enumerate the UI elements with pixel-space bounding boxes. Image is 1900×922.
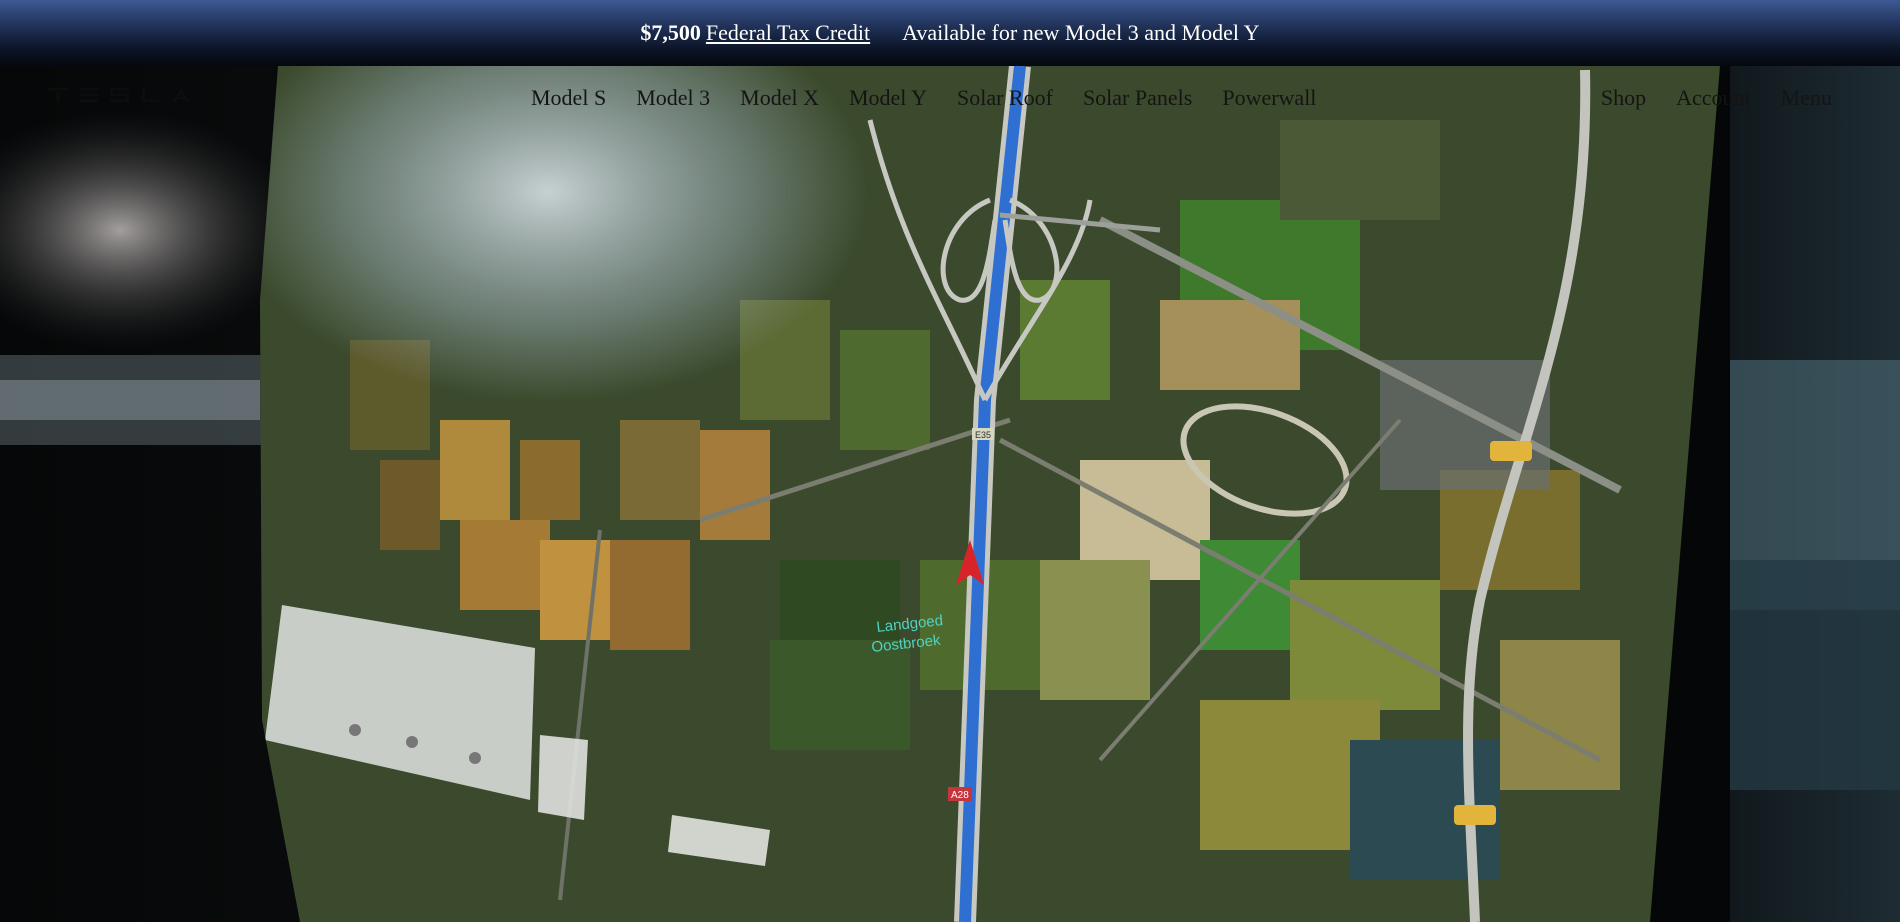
nav-models: Model S Model 3 Model X Model Y Solar Ro… xyxy=(531,85,1331,111)
top-nav: Model S Model 3 Model X Model Y Solar Ro… xyxy=(0,66,1900,134)
nav-item-powerwall[interactable]: Powerwall xyxy=(1207,85,1331,111)
nav-item-model-s[interactable]: Model S xyxy=(531,85,621,111)
nav-item-account[interactable]: Account xyxy=(1646,85,1751,111)
nav-item-menu[interactable]: Menu xyxy=(1751,85,1832,111)
road-shield-bottom-label: A28 xyxy=(951,790,969,801)
highway-shield xyxy=(1490,441,1532,461)
nav-item-model-x[interactable]: Model X xyxy=(725,85,834,111)
nav-item-model-3[interactable]: Model 3 xyxy=(621,85,725,111)
promo-availability-text: Available for new Model 3 and Model Y xyxy=(902,20,1260,45)
nav-item-model-y[interactable]: Model Y xyxy=(834,85,942,111)
nav-item-solar-panels[interactable]: Solar Panels xyxy=(1068,85,1207,111)
hero-video-background: Landgoed Oostbroek E35 A28 xyxy=(0,0,1900,922)
nav-utility: Shop Account Menu xyxy=(1571,85,1832,111)
promo-banner: $7,500 Federal Tax Credit Available for … xyxy=(0,0,1900,66)
federal-tax-credit-link[interactable]: Federal Tax Credit xyxy=(706,20,870,46)
road-shield-top-label: E35 xyxy=(975,430,991,440)
hero-scene: Landgoed Oostbroek E35 A28 xyxy=(0,0,1900,922)
nav-item-solar-roof[interactable]: Solar Roof xyxy=(942,85,1068,111)
tesla-homepage: Landgoed Oostbroek E35 A28 $7,500 Federa… xyxy=(0,0,1900,922)
promo-amount: $7,500 xyxy=(640,20,701,45)
nav-item-shop[interactable]: Shop xyxy=(1571,85,1646,111)
tesla-wordmark-icon xyxy=(48,88,190,102)
tesla-logo[interactable] xyxy=(48,88,194,102)
highway-shield xyxy=(1454,805,1496,825)
